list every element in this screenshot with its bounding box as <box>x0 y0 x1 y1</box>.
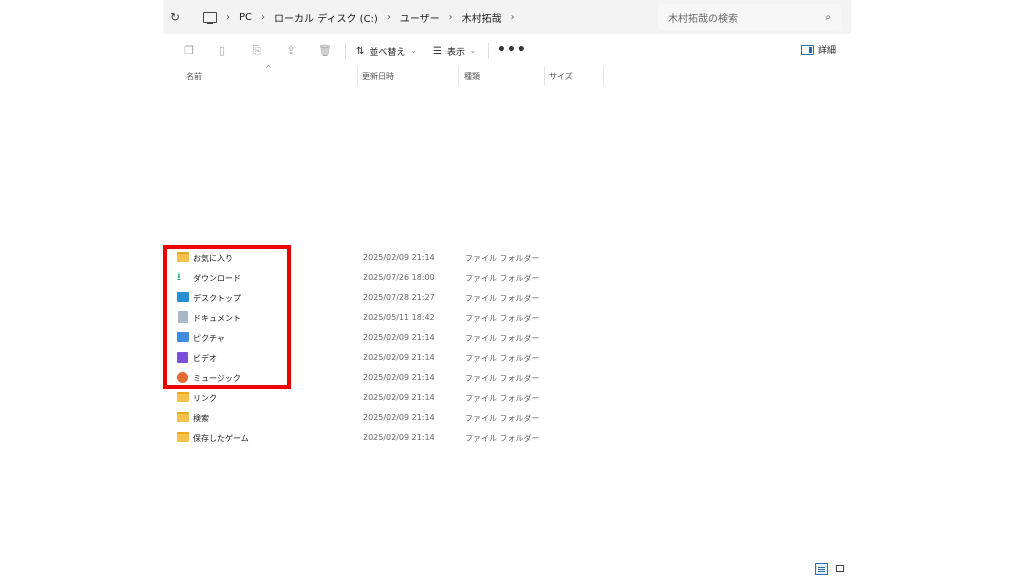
file-date: 2025/02/09 21:14 <box>363 373 435 382</box>
sort-icon: ⇅ <box>356 45 365 57</box>
file-date: 2025/07/28 21:27 <box>363 293 435 302</box>
chevron-right-icon: › <box>261 11 266 23</box>
details-pane-icon <box>801 44 814 55</box>
chevron-down-icon: ⌄ <box>410 47 417 55</box>
file-date: 2025/02/09 21:14 <box>363 393 435 402</box>
details-label: 詳細 <box>818 46 837 56</box>
file-type: ファイル フォルダー <box>465 394 540 403</box>
breadcrumb-pc[interactable]: PC <box>239 12 252 23</box>
search-input[interactable]: 木村拓哉の検索 ⌕ <box>658 4 841 30</box>
chevron-right-icon: › <box>448 11 453 23</box>
command-bar: ❐ ▯ ⎘ ⇪ 🗑 ⇅ 並べ替え ⌄ ☰ 表示 ⌄ ••• 詳細 <box>163 37 851 65</box>
highlight-box <box>163 245 291 389</box>
file-type: ファイル フォルダー <box>465 434 540 443</box>
share-icon[interactable]: ⇪ <box>284 44 298 58</box>
details-pane-button[interactable]: 詳細 <box>801 43 836 56</box>
breadcrumb-user-folder[interactable]: 木村拓哉 <box>462 10 502 25</box>
folder-icon <box>177 392 189 402</box>
file-name: リンク <box>193 394 217 403</box>
column-header: ^ 名前 更新日時 種類 サイズ <box>163 64 851 86</box>
column-size[interactable]: サイズ <box>549 71 573 82</box>
column-modified[interactable]: 更新日時 <box>362 71 394 82</box>
toolbar-divider <box>488 43 489 59</box>
file-date: 2025/05/11 18:42 <box>363 313 435 322</box>
file-date: 2025/02/09 21:14 <box>363 253 435 262</box>
list-item[interactable]: 検索 2025/02/09 21:14 ファイル フォルダー <box>163 409 851 429</box>
breadcrumb-local-disk[interactable]: ローカル ディスク (C:) <box>274 10 378 25</box>
folder-icon <box>177 412 189 422</box>
file-date: 2025/02/09 21:14 <box>363 353 435 362</box>
details-view-toggle[interactable] <box>815 563 828 575</box>
copy-icon[interactable]: ❐ <box>182 44 196 58</box>
delete-icon[interactable]: 🗑 <box>318 44 332 58</box>
column-divider[interactable] <box>458 66 459 86</box>
paste-icon[interactable]: ▯ <box>215 44 229 58</box>
tiles-view-toggle[interactable] <box>834 563 847 575</box>
sort-ascending-icon: ^ <box>265 64 272 73</box>
file-date: 2025/02/09 21:14 <box>363 413 435 422</box>
file-type: ファイル フォルダー <box>465 274 540 283</box>
chevron-right-icon: › <box>226 11 230 23</box>
column-name[interactable]: 名前 <box>186 71 202 82</box>
search-icon: ⌕ <box>825 11 831 23</box>
folder-icon <box>177 432 189 442</box>
file-type: ファイル フォルダー <box>465 334 540 343</box>
view-label: 表示 <box>446 47 465 58</box>
breadcrumb-users[interactable]: ユーザー <box>400 10 440 25</box>
file-type: ファイル フォルダー <box>465 254 540 263</box>
rename-icon[interactable]: ⎘ <box>250 44 264 58</box>
view-button[interactable]: ☰ 表示 ⌄ <box>433 43 476 59</box>
address-bar[interactable]: › PC › ローカル ディスク (C:) › ユーザー › 木村拓哉 › <box>193 4 651 30</box>
file-type: ファイル フォルダー <box>465 354 540 363</box>
file-type: ファイル フォルダー <box>465 294 540 303</box>
chevron-right-icon: › <box>386 11 391 23</box>
list-item[interactable]: リンク 2025/02/09 21:14 ファイル フォルダー <box>163 389 851 409</box>
file-type: ファイル フォルダー <box>465 414 540 423</box>
chevron-down-icon: ⌄ <box>469 47 476 55</box>
file-name: 検索 <box>193 414 209 423</box>
file-type: ファイル フォルダー <box>465 374 540 383</box>
column-type[interactable]: 種類 <box>464 71 480 82</box>
view-icon: ☰ <box>433 45 442 57</box>
computer-icon <box>203 11 217 24</box>
file-date: 2025/07/26 18:00 <box>363 273 435 282</box>
chevron-right-icon: › <box>510 11 515 23</box>
sort-label: 並べ替え <box>369 47 406 58</box>
column-divider[interactable] <box>544 66 545 86</box>
file-date: 2025/02/09 21:14 <box>363 433 435 442</box>
file-name: 保存したゲーム <box>193 434 249 443</box>
toolbar-divider <box>345 43 346 59</box>
address-row: ↻ › PC › ローカル ディスク (C:) › ユーザー › 木村拓哉 › … <box>163 0 851 34</box>
sort-button[interactable]: ⇅ 並べ替え ⌄ <box>356 43 416 59</box>
file-type: ファイル フォルダー <box>465 314 540 323</box>
list-item[interactable]: 保存したゲーム 2025/02/09 21:14 ファイル フォルダー <box>163 429 851 449</box>
column-divider[interactable] <box>357 66 358 86</box>
more-options-button[interactable]: ••• <box>497 43 527 57</box>
column-divider[interactable] <box>603 66 604 86</box>
search-placeholder: 木村拓哉の検索 <box>668 13 738 25</box>
file-date: 2025/02/09 21:14 <box>363 333 435 342</box>
refresh-icon[interactable]: ↻ <box>167 9 183 25</box>
